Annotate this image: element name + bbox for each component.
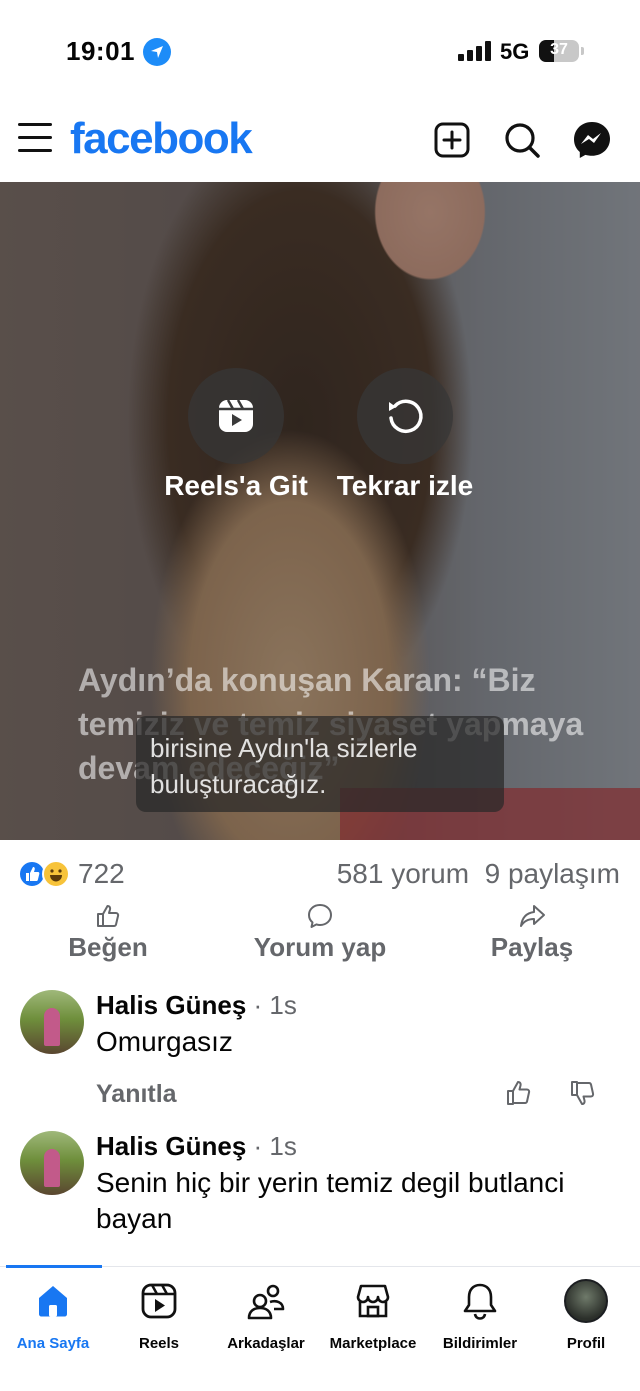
comment-count[interactable]: 581 yorum bbox=[337, 858, 469, 889]
avatar[interactable] bbox=[20, 990, 84, 1054]
comment-header: Halis Güneş · 1s bbox=[96, 990, 297, 1021]
comment-icon bbox=[308, 904, 332, 928]
comment-item: Halis Güneş · 1s Omurgasız Yanıtla bbox=[0, 990, 640, 1130]
messenger-icon[interactable] bbox=[572, 120, 612, 160]
comment-label[interactable]: Yorum yap bbox=[220, 932, 420, 963]
marketplace-icon bbox=[353, 1281, 393, 1321]
reels-button[interactable] bbox=[188, 368, 284, 464]
replay-button-label[interactable]: Tekrar izle bbox=[325, 468, 485, 504]
like-icon bbox=[97, 905, 120, 927]
status-time: 19:01 bbox=[66, 36, 135, 66]
reels-icon bbox=[139, 1281, 179, 1321]
tab-label: Marketplace bbox=[329, 1335, 417, 1352]
comment-text: Senin hiç bir yerin temiz degil butlanci… bbox=[96, 1167, 565, 1234]
comment-share-counts[interactable]: 581 yorum 9 paylaşım bbox=[337, 858, 620, 890]
tab-label: Reels bbox=[138, 1335, 180, 1352]
reels-icon bbox=[219, 399, 253, 432]
create-post-icon[interactable] bbox=[432, 120, 472, 160]
tab-profile[interactable]: Profil bbox=[531, 1279, 640, 1352]
comment-item: Halis Güneş · 1s Senin hiç bir yerin tem… bbox=[0, 1131, 640, 1266]
like-button[interactable]: Beğen bbox=[8, 902, 208, 963]
tab-label: Profil bbox=[566, 1335, 606, 1352]
comment-button[interactable]: Yorum yap bbox=[220, 902, 420, 963]
post-actions: Beğen Yorum yap Paylaş bbox=[0, 902, 640, 972]
tab-marketplace[interactable]: Marketplace bbox=[318, 1281, 428, 1352]
comment-time: · 1s bbox=[253, 1131, 297, 1161]
tab-home[interactable]: Ana Sayfa bbox=[0, 1281, 108, 1352]
battery-cap bbox=[581, 47, 584, 55]
share-button[interactable]: Paylaş bbox=[432, 902, 632, 963]
comment-author[interactable]: Halis Güneş bbox=[96, 990, 246, 1020]
comment-text: Omurgasız bbox=[96, 1026, 233, 1057]
tab-friends[interactable]: Arkadaşlar bbox=[211, 1281, 321, 1352]
network-type: 5G bbox=[500, 39, 530, 64]
share-label[interactable]: Paylaş bbox=[432, 932, 632, 963]
app-header: facebook bbox=[0, 100, 640, 182]
like-label[interactable]: Beğen bbox=[8, 932, 208, 963]
battery-icon: 37 bbox=[539, 40, 579, 62]
reaction-icons[interactable] bbox=[18, 860, 72, 888]
post-stats: 722 581 yorum 9 paylaşım bbox=[0, 852, 640, 896]
search-icon[interactable] bbox=[502, 120, 542, 160]
battery-level: 37 bbox=[550, 41, 568, 58]
facebook-logo[interactable]: facebook bbox=[70, 114, 253, 164]
bottom-nav: Ana Sayfa Reels Arkadaşlar Marketplace B… bbox=[0, 1265, 640, 1391]
comment-time: · 1s bbox=[253, 990, 297, 1020]
avatar[interactable] bbox=[20, 1131, 84, 1195]
location-icon bbox=[143, 38, 171, 66]
tab-label: Arkadaşlar bbox=[227, 1335, 305, 1352]
profile-avatar bbox=[564, 1279, 608, 1323]
comment-header: Halis Güneş · 1s bbox=[96, 1131, 297, 1162]
subtitle-text: birisine Aydın'la sizlerle buluşturacağı… bbox=[150, 733, 418, 799]
tab-label: Bildirimler bbox=[442, 1335, 518, 1352]
replay-button[interactable] bbox=[357, 368, 453, 464]
dislike-icon[interactable] bbox=[568, 1078, 598, 1108]
menu-icon[interactable] bbox=[18, 123, 52, 155]
like-icon[interactable] bbox=[504, 1078, 534, 1108]
video-subtitle: birisine Aydın'la sizlerle buluşturacağı… bbox=[136, 716, 504, 812]
reaction-count[interactable]: 722 bbox=[78, 858, 125, 890]
share-icon bbox=[520, 905, 545, 927]
tab-label: Ana Sayfa bbox=[16, 1335, 90, 1352]
share-count[interactable]: 9 paylaşım bbox=[485, 858, 620, 889]
status-bar: 19:01 5G 37 bbox=[0, 0, 640, 100]
signal-icon bbox=[458, 41, 491, 61]
reels-button-label[interactable]: Reels'a Git bbox=[156, 468, 316, 504]
video-player[interactable]: Reels'a Git Tekrar izle Aydın’da konuşan… bbox=[0, 182, 640, 840]
tab-notifications[interactable]: Bildirimler bbox=[425, 1281, 535, 1352]
tab-reels[interactable]: Reels bbox=[104, 1281, 214, 1352]
reply-button[interactable]: Yanıtla bbox=[96, 1080, 177, 1109]
haha-reaction-icon bbox=[42, 860, 70, 888]
replay-icon bbox=[389, 399, 423, 434]
home-icon bbox=[33, 1281, 73, 1321]
comment-author[interactable]: Halis Güneş bbox=[96, 1131, 246, 1161]
bell-icon bbox=[460, 1281, 500, 1321]
friends-icon bbox=[246, 1281, 286, 1321]
active-tab-indicator bbox=[6, 1265, 102, 1268]
